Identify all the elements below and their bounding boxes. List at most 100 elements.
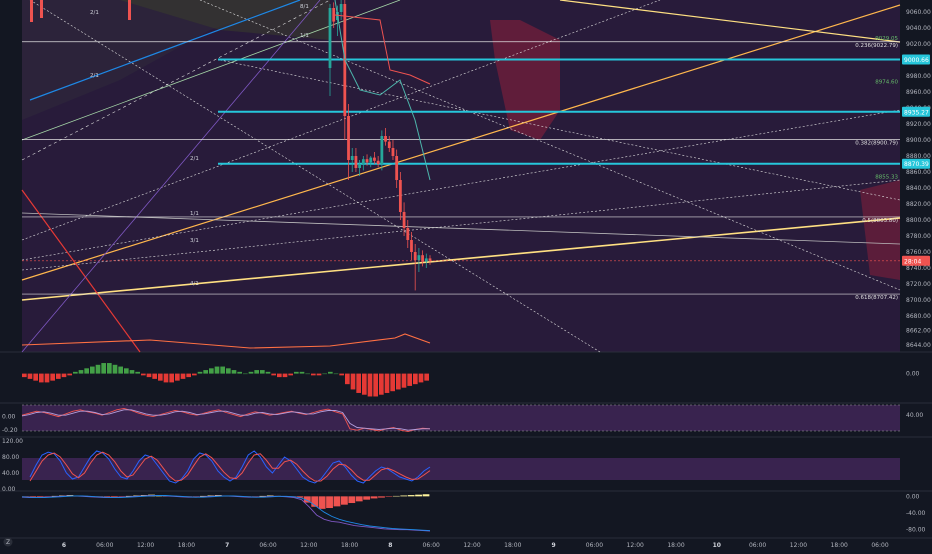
candle-body[interactable] — [354, 156, 358, 168]
candle-body[interactable] — [391, 148, 395, 156]
candle-body[interactable] — [376, 160, 380, 164]
histogram-bar[interactable] — [118, 366, 123, 374]
histogram-bar[interactable] — [277, 373, 282, 378]
histogram-bar[interactable] — [226, 368, 231, 374]
oscillator-bar[interactable] — [333, 496, 341, 507]
histogram-bar[interactable] — [61, 373, 67, 378]
trading-chart[interactable]: 0.236(9022.79) 0.382(8900.79) 0.5(8803.80)… — [0, 0, 932, 550]
histogram-bar[interactable] — [356, 373, 361, 393]
histogram-bar[interactable] — [396, 373, 401, 390]
histogram-bar[interactable] — [299, 371, 305, 374]
oscillator-bar[interactable] — [378, 496, 385, 498]
oscillator-bar[interactable] — [363, 496, 371, 500]
candle-body[interactable] — [417, 255, 421, 260]
histogram-bar[interactable] — [237, 371, 242, 374]
histogram-bar[interactable] — [84, 368, 89, 374]
histogram-bar[interactable] — [203, 370, 208, 374]
histogram-bar[interactable] — [129, 370, 135, 374]
histogram-bar[interactable] — [124, 368, 129, 374]
histogram-bar[interactable] — [288, 373, 293, 376]
histogram-bar[interactable] — [265, 371, 271, 374]
candle-body[interactable] — [350, 156, 354, 160]
histogram-bar[interactable] — [90, 366, 95, 374]
candle-body[interactable] — [328, 8, 332, 68]
oscillator-bar[interactable] — [355, 496, 363, 502]
histogram-bar[interactable] — [254, 370, 259, 374]
histogram-bar[interactable] — [39, 373, 44, 383]
histogram-bar[interactable] — [27, 373, 33, 379]
candle-body[interactable] — [387, 141, 391, 148]
oscillator-bar[interactable] — [415, 494, 422, 497]
oscillator-bar[interactable] — [407, 495, 415, 497]
oscillator-bar[interactable] — [385, 496, 393, 497]
candle-body[interactable] — [40, 0, 43, 18]
histogram-bar[interactable] — [209, 368, 214, 374]
candle-body[interactable] — [369, 157, 373, 163]
oscillator-bar[interactable] — [392, 495, 400, 497]
candle-body[interactable] — [373, 157, 376, 161]
histogram-bar[interactable] — [135, 371, 140, 374]
candle-body[interactable] — [402, 212, 406, 228]
histogram-bar[interactable] — [152, 373, 157, 379]
histogram-bar[interactable] — [107, 363, 112, 374]
histogram-bar[interactable] — [146, 373, 152, 378]
histogram-bar[interactable] — [78, 370, 84, 374]
candle-body[interactable] — [410, 240, 413, 252]
histogram-bar[interactable] — [373, 373, 378, 397]
histogram-bar[interactable] — [407, 373, 412, 386]
histogram-bar[interactable] — [56, 373, 61, 379]
histogram-bar[interactable] — [67, 373, 72, 376]
oscillator-bar[interactable] — [400, 495, 408, 497]
corner-badge[interactable]: Z — [3, 537, 13, 547]
histogram-bar[interactable] — [44, 373, 50, 383]
histogram-bar[interactable] — [101, 363, 106, 374]
histogram-bar[interactable] — [390, 373, 395, 392]
histogram-bar[interactable] — [322, 373, 327, 375]
candle-body[interactable] — [30, 0, 33, 22]
histogram-bar[interactable] — [22, 373, 27, 378]
histogram-bar[interactable] — [345, 373, 350, 385]
histogram-bar[interactable] — [418, 373, 424, 383]
candle-body[interactable] — [384, 136, 387, 142]
histogram-bar[interactable] — [316, 373, 322, 376]
candle-body[interactable] — [395, 156, 399, 180]
candle-body[interactable] — [332, 8, 336, 22]
histogram-bar[interactable] — [73, 371, 78, 374]
time-axis[interactable]: 6 06:00 12:00 18:00 7 06:00 12:00 18:00 8 06:00 12… — [62, 542, 889, 549]
candle-body[interactable] — [413, 252, 417, 260]
histogram-bar[interactable] — [305, 373, 310, 375]
oscillator-bar[interactable] — [326, 496, 333, 509]
candle-body[interactable] — [339, 4, 343, 12]
histogram-bar[interactable] — [214, 366, 220, 374]
histogram-bar[interactable] — [384, 373, 390, 393]
histogram-bar[interactable] — [260, 370, 265, 374]
oscillator-bar[interactable] — [348, 496, 356, 504]
candle-body[interactable] — [406, 228, 410, 240]
histogram-bar[interactable] — [350, 373, 356, 390]
histogram-bar[interactable] — [95, 364, 101, 374]
histogram-bar[interactable] — [169, 373, 174, 383]
histogram-bar[interactable] — [158, 373, 163, 381]
candle-body[interactable] — [358, 164, 362, 168]
histogram-bar[interactable] — [141, 373, 146, 376]
candle-body[interactable] — [398, 180, 402, 212]
oscillator-bar[interactable] — [370, 496, 378, 499]
histogram-bar[interactable] — [333, 373, 339, 375]
histogram-bar[interactable] — [180, 373, 186, 379]
histogram-bar[interactable] — [311, 373, 316, 376]
histogram-bar[interactable] — [282, 373, 288, 378]
candle-body[interactable] — [361, 159, 365, 164]
candle-body[interactable] — [128, 0, 131, 20]
histogram-bar[interactable] — [401, 373, 407, 388]
histogram-bar[interactable] — [220, 366, 225, 374]
oscillator-bar[interactable] — [318, 496, 326, 509]
histogram-bar[interactable] — [367, 373, 373, 397]
histogram-bar[interactable] — [231, 370, 237, 374]
histogram-bar[interactable] — [243, 373, 248, 375]
candle-body[interactable] — [424, 258, 428, 262]
candle-body[interactable] — [347, 116, 350, 160]
histogram-bar[interactable] — [339, 373, 344, 376]
histogram-bar[interactable] — [328, 371, 333, 374]
histogram-bar[interactable] — [294, 371, 299, 374]
histogram-bar[interactable] — [186, 373, 191, 378]
